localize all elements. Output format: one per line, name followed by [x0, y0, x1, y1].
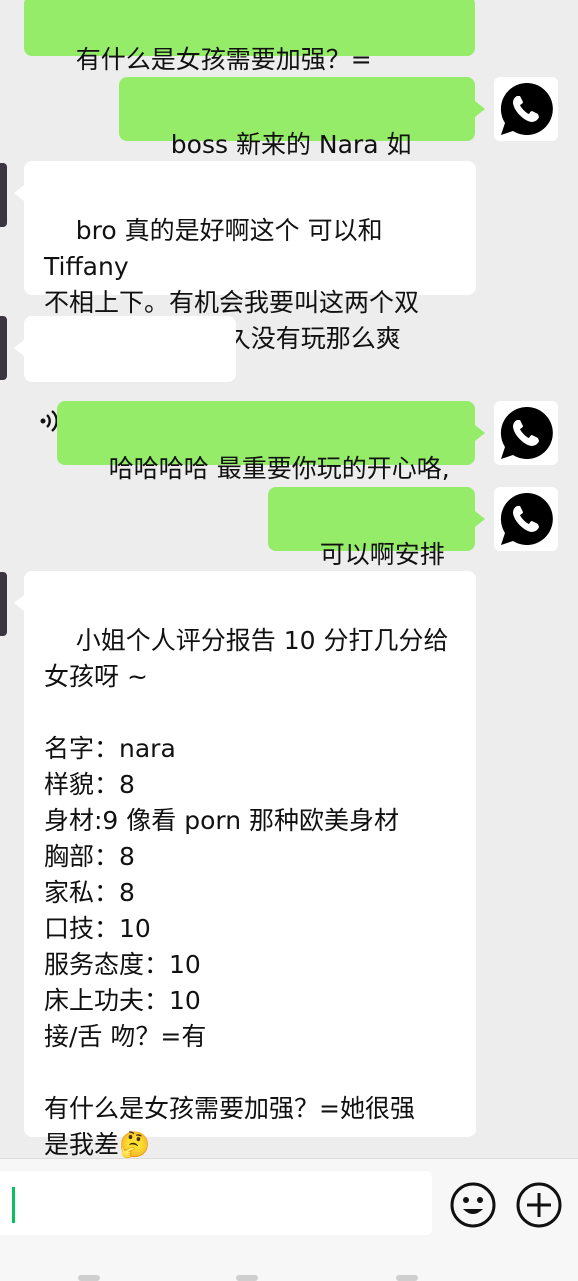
message-incoming[interactable]: bro 真的是好啊这个 可以和 Tiffany 不相上下。有机会我要叫这两个双 …: [14, 161, 476, 353]
message-incoming[interactable]: 小姐个人评分报告 10 分打几分给 女孩呀 ~ 名字：nara 样貌：8 身材:…: [14, 571, 476, 1158]
message-text: 有什么是女孩需要加强？=: [75, 45, 372, 74]
avatar[interactable]: [0, 316, 7, 380]
message-outgoing[interactable]: 可以啊安排来: [268, 487, 485, 605]
message-text: 哈哈哈哈 最重要你玩的开心咯,: [108, 454, 450, 483]
plus-circle-icon[interactable]: [515, 1181, 563, 1229]
emoji-smile-icon[interactable]: [449, 1181, 497, 1229]
message-outgoing[interactable]: boss 新来的 Nara 如何？？: [119, 77, 485, 195]
nav-hint: [236, 1275, 258, 1281]
avatar[interactable]: [0, 572, 7, 636]
avatar[interactable]: [494, 487, 558, 551]
avatar[interactable]: [494, 77, 558, 141]
voice-message[interactable]: 8": [14, 316, 236, 433]
message-input[interactable]: [0, 1171, 432, 1235]
input-toolbar: [0, 1158, 578, 1281]
chat-message-list[interactable]: 有什么是女孩需要加强？= boss 新来的 Nara 如何？？ bro 真的是好…: [0, 0, 578, 1158]
avatar[interactable]: [494, 401, 558, 465]
nav-hint: [78, 1275, 100, 1281]
message-text: 小姐个人评分报告 10 分打几分给 女孩呀 ~ 名字：nara 样貌：8 身材:…: [44, 626, 449, 1158]
message-outgoing[interactable]: 有什么是女孩需要加强？=: [24, 0, 475, 74]
whatsapp-logo-icon: [500, 492, 553, 545]
nav-hint: [396, 1275, 418, 1281]
message-outgoing[interactable]: 哈哈哈哈 最重要你玩的开心咯,: [57, 401, 485, 483]
whatsapp-logo-icon: [500, 406, 553, 459]
text-caret: [12, 1187, 15, 1223]
avatar[interactable]: [0, 163, 7, 227]
whatsapp-logo-icon: [500, 82, 553, 135]
